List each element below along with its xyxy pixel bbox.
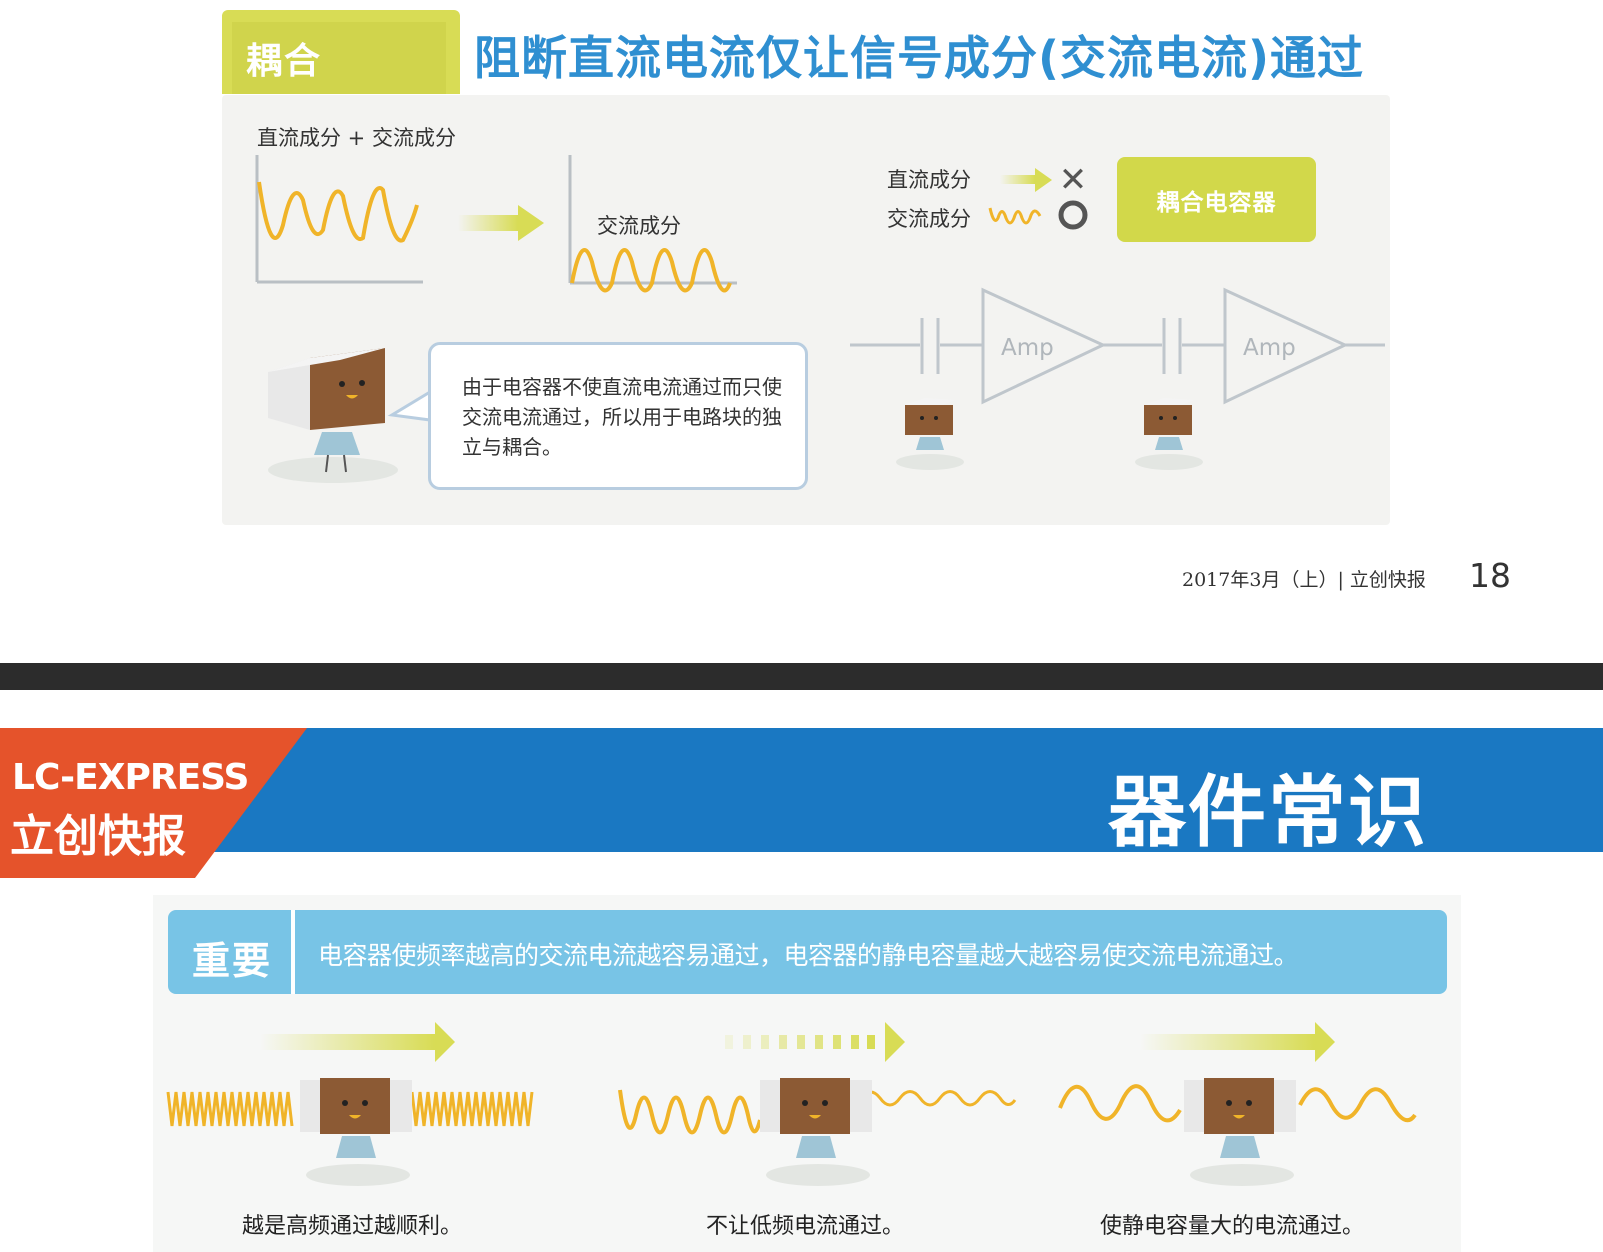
frequency-diagram: [166, 1022, 1417, 1186]
low-freq-wave-left: [618, 1089, 762, 1135]
capacitor-character-3: [1184, 1078, 1296, 1186]
low-freq-wave-right: [858, 1090, 1017, 1107]
brand-name-en: LC-EXPRESS: [12, 757, 249, 798]
section-title: 器件常识: [1108, 768, 1429, 858]
capacitor-character-large: [268, 348, 398, 483]
input-graph-axes: [255, 155, 423, 284]
amp-label-1: Amp: [1001, 335, 1054, 361]
page-footer: 2017年3月（上）| 立创快报: [1182, 569, 1426, 591]
speech-tail: [387, 389, 432, 422]
circle-icon: [1058, 200, 1088, 230]
capacitor-character-small-2: [1135, 398, 1203, 470]
high-freq-wave-right: [410, 1091, 534, 1127]
cross-icon: ✕: [1059, 160, 1088, 200]
large-cap-wave-left: [1058, 1084, 1182, 1123]
flow-arrow-dashed: [725, 1022, 905, 1062]
input-wave: [257, 181, 419, 243]
caption-low-frequency: 不让低频电流通过。: [706, 1214, 905, 1239]
caption-high-frequency: 越是高频通过越顺利。: [242, 1214, 463, 1239]
flow-arrow-1: [260, 1022, 455, 1062]
capacitor-character-1: [300, 1078, 412, 1186]
flow-arrow-3: [1140, 1022, 1335, 1062]
large-cap-wave-right: [1298, 1087, 1417, 1123]
amp-label-2: Amp: [1243, 335, 1296, 361]
ac-legend-wave: [988, 207, 1042, 225]
dc-legend-arrow: [1000, 168, 1052, 192]
capacitor-character-2: [760, 1078, 872, 1186]
coupling-diagram: ✕ Amp Amp: [255, 155, 1385, 483]
page-separator: [0, 663, 1603, 690]
capacitor-character-small-1: [896, 398, 964, 470]
filter-arrow: [458, 205, 544, 241]
high-freq-wave-left: [166, 1091, 294, 1127]
important-text: 电容器使频率越高的交流电流越容易通过，电容器的静电容量越大越容易使交流电流通过。: [318, 941, 1299, 970]
brand-name-cn: 立创快报: [10, 811, 186, 862]
amp-circuit: [850, 287, 1385, 405]
page-number: 18: [1469, 556, 1511, 595]
important-label: 重要: [192, 939, 273, 983]
important-divider: [291, 910, 295, 994]
speech-text: 由于电容器不使直流电流通过而只使交流电流通过，所以用于电路块的独立与耦合。: [462, 375, 782, 459]
caption-large-capacitance: 使静电容量大的电流通过。: [1100, 1214, 1365, 1239]
